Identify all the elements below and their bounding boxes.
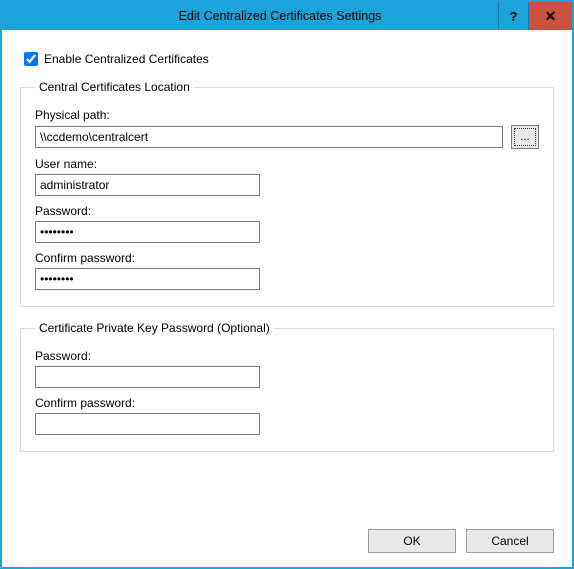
browse-button[interactable]: ... (511, 125, 539, 149)
username-label: User name: (35, 157, 539, 171)
dialog-footer: OK Cancel (20, 519, 554, 553)
dialog-window: Edit Centralized Certificates Settings ?… (0, 0, 574, 569)
pk-password-label: Password: (35, 349, 539, 363)
username-input[interactable] (35, 174, 260, 196)
confirm-password-input[interactable] (35, 268, 260, 290)
password-label: Password: (35, 204, 539, 218)
dialog-content: Enable Centralized Certificates Central … (2, 30, 572, 567)
enable-centralized-checkbox[interactable] (24, 52, 38, 66)
enable-centralized-label: Enable Centralized Certificates (44, 52, 209, 66)
pk-confirm-input[interactable] (35, 413, 260, 435)
ok-button[interactable]: OK (368, 529, 456, 553)
pk-confirm-label: Confirm password: (35, 396, 539, 410)
help-button[interactable]: ? (498, 2, 528, 30)
private-key-legend: Certificate Private Key Password (Option… (35, 321, 274, 335)
confirm-password-label: Confirm password: (35, 251, 539, 265)
private-key-group: Certificate Private Key Password (Option… (20, 321, 554, 452)
physical-path-input[interactable] (35, 126, 503, 148)
physical-path-row: ... (35, 125, 539, 149)
password-input[interactable] (35, 221, 260, 243)
close-button[interactable]: ✕ (528, 2, 572, 30)
physical-path-label: Physical path: (35, 108, 539, 122)
central-location-legend: Central Certificates Location (35, 80, 194, 94)
window-title: Edit Centralized Certificates Settings (2, 2, 498, 30)
pk-password-input[interactable] (35, 366, 260, 388)
titlebar: Edit Centralized Certificates Settings ?… (2, 2, 572, 30)
central-location-group: Central Certificates Location Physical p… (20, 80, 554, 307)
cancel-button[interactable]: Cancel (466, 529, 554, 553)
enable-centralized-row[interactable]: Enable Centralized Certificates (24, 52, 554, 66)
